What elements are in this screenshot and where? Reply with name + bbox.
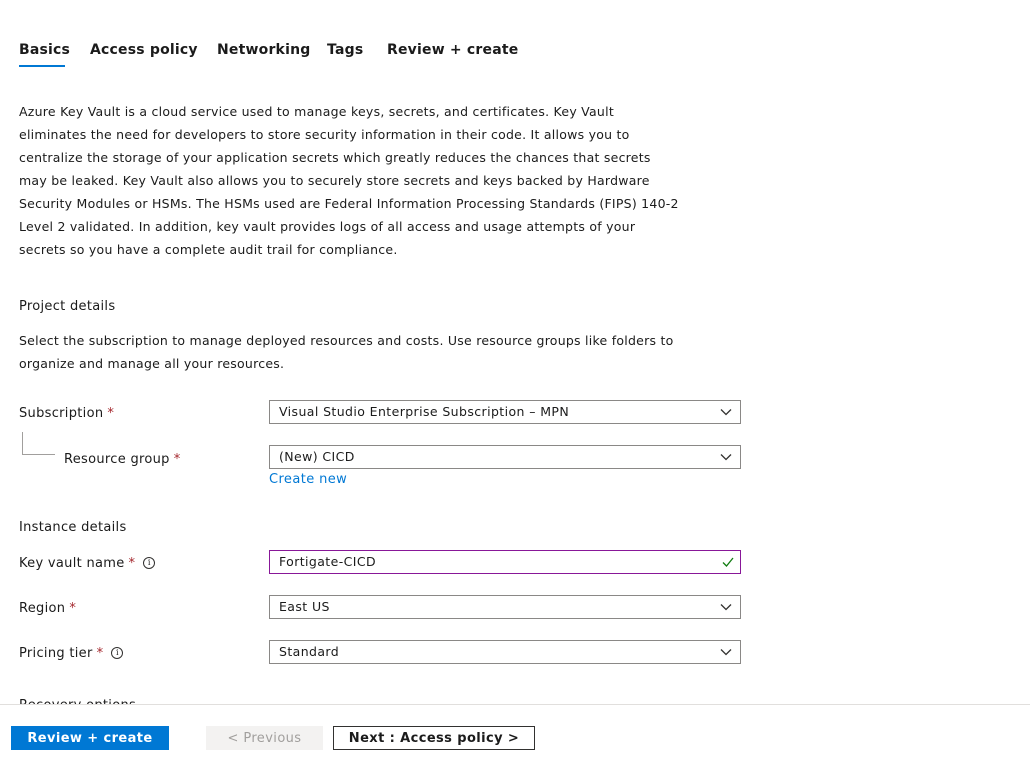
active-tab-indicator (19, 65, 65, 67)
subscription-value: Visual Studio Enterprise Subscription – … (279, 404, 570, 419)
chevron-down-icon (720, 649, 732, 656)
required-marker: * (69, 601, 77, 616)
required-marker: * (128, 556, 136, 571)
region-value: East US (279, 599, 330, 614)
key-vault-name-value: Fortigate-CICD (279, 554, 376, 569)
tab-basics[interactable]: Basics (19, 42, 70, 58)
info-icon[interactable]: i (143, 557, 156, 569)
pricing-tier-dropdown[interactable]: Standard (269, 640, 741, 664)
key-vault-name-label: Key vault name * i (19, 556, 156, 571)
required-marker: * (173, 452, 181, 467)
footer-divider (0, 704, 1030, 705)
tab-review-create[interactable]: Review + create (387, 42, 518, 58)
required-marker: * (96, 646, 104, 661)
pricing-tier-label: Pricing tier * i (19, 646, 124, 661)
project-details-description: Select the subscription to manage deploy… (19, 333, 674, 371)
info-icon[interactable]: i (111, 647, 124, 659)
key-vault-description: Azure Key Vault is a cloud service used … (19, 104, 679, 257)
resource-group-value: (New) CICD (279, 449, 355, 464)
tab-access-policy[interactable]: Access policy (90, 42, 198, 58)
resource-group-dropdown[interactable]: (New) CICD (269, 445, 741, 469)
create-new-resource-group-link[interactable]: Create new (269, 472, 347, 487)
chevron-down-icon (720, 454, 732, 461)
resource-group-label: Resource group * (64, 452, 181, 467)
subscription-dropdown[interactable]: Visual Studio Enterprise Subscription – … (269, 400, 741, 424)
chevron-down-icon (720, 604, 732, 611)
previous-button[interactable]: < Previous (206, 726, 323, 750)
checkmark-icon (722, 557, 734, 567)
tree-connector (22, 454, 55, 455)
pricing-tier-value: Standard (279, 644, 340, 659)
region-label: Region * (19, 601, 77, 616)
project-details-heading: Project details (19, 299, 116, 314)
subscription-label: Subscription * (19, 406, 115, 421)
required-marker: * (107, 406, 115, 421)
tab-tags[interactable]: Tags (327, 42, 363, 58)
tree-connector (22, 432, 23, 454)
key-vault-name-input[interactable]: Fortigate-CICD (269, 550, 741, 574)
review-create-button[interactable]: Review + create (11, 726, 169, 750)
tab-networking[interactable]: Networking (217, 42, 310, 58)
chevron-down-icon (720, 409, 732, 416)
region-dropdown[interactable]: East US (269, 595, 741, 619)
next-access-policy-button[interactable]: Next : Access policy > (333, 726, 535, 750)
instance-details-heading: Instance details (19, 520, 127, 535)
